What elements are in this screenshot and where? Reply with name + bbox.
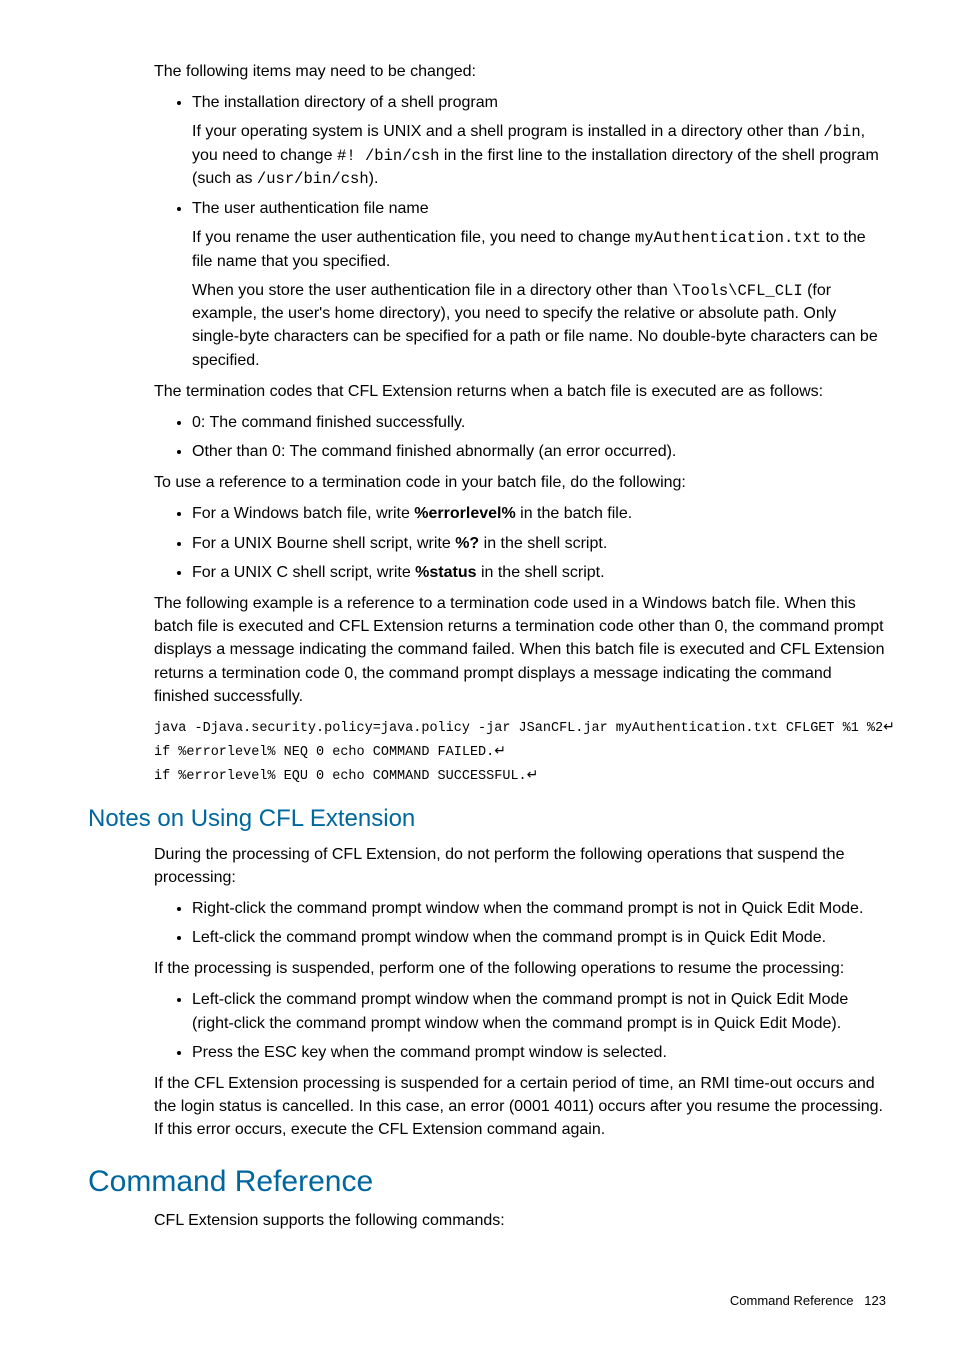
- text-run: If your operating system is UNIX and a s…: [192, 123, 823, 140]
- text-run: For a UNIX C shell script, write: [192, 564, 415, 581]
- use-ref-paragraph: To use a reference to a termination code…: [154, 471, 886, 494]
- cmdref-p1: CFL Extension supports the following com…: [154, 1209, 886, 1232]
- example-paragraph: The following example is a reference to …: [154, 592, 886, 708]
- notes-p3: If the CFL Extension processing is suspe…: [154, 1072, 886, 1142]
- list-item: Left-click the command prompt window whe…: [192, 926, 886, 949]
- text-run: For a Windows batch file, write: [192, 505, 414, 522]
- code-block: java -Djava.security.policy=java.policy …: [154, 716, 886, 788]
- footer-page-number: 123: [864, 1293, 886, 1308]
- code-line: if %errorlevel% EQU 0 echo COMMAND SUCCE…: [154, 769, 527, 784]
- text-run: in the shell script.: [479, 535, 607, 552]
- text-run: For a UNIX Bourne shell script, write: [192, 535, 455, 552]
- list-item: The user authentication file name If you…: [192, 197, 886, 372]
- return-icon: ↵: [527, 766, 539, 782]
- list-item: Other than 0: The command finished abnor…: [192, 440, 886, 463]
- text-run: If you rename the user authentication fi…: [192, 229, 635, 246]
- list-lead: The installation directory of a shell pr…: [192, 94, 498, 111]
- list-lead: The user authentication file name: [192, 200, 429, 217]
- section-heading-notes: Notes on Using CFL Extension: [88, 802, 886, 837]
- inline-code: /bin: [823, 123, 860, 141]
- notes-resume-list: Left-click the command prompt window whe…: [154, 988, 886, 1064]
- ref-list: For a Windows batch file, write %errorle…: [154, 502, 886, 584]
- notes-p1: During the processing of CFL Extension, …: [154, 843, 886, 889]
- footer-section-label: Command Reference: [730, 1293, 854, 1308]
- list-item: 0: The command finished successfully.: [192, 411, 886, 434]
- list-item: Press the ESC key when the command promp…: [192, 1041, 886, 1064]
- change-items-list: The installation directory of a shell pr…: [154, 91, 886, 372]
- list-body: If you rename the user authentication fi…: [192, 226, 886, 273]
- text-run: ).: [369, 170, 379, 187]
- code-line: if %errorlevel% NEQ 0 echo COMMAND FAILE…: [154, 745, 494, 760]
- return-icon: ↵: [494, 742, 506, 758]
- section-heading-command-reference: Command Reference: [88, 1160, 886, 1204]
- bold-text: %status: [415, 564, 476, 581]
- termcodes-list: 0: The command finished successfully. Ot…: [154, 411, 886, 463]
- inline-code: myAuthentication.txt: [635, 229, 821, 247]
- bold-text: %errorlevel%: [414, 505, 515, 522]
- text-run: When you store the user authentication f…: [192, 282, 672, 299]
- list-body: If your operating system is UNIX and a s…: [192, 120, 886, 190]
- return-icon: ↵: [883, 718, 895, 734]
- text-run: in the shell script.: [477, 564, 605, 581]
- list-item: For a UNIX C shell script, write %status…: [192, 561, 886, 584]
- notes-p2: If the processing is suspended, perform …: [154, 957, 886, 980]
- code-line: java -Djava.security.policy=java.policy …: [154, 721, 883, 736]
- list-item: Left-click the command prompt window whe…: [192, 988, 886, 1034]
- inline-code: #! /bin/csh: [337, 147, 439, 165]
- bold-text: %?: [455, 535, 479, 552]
- text-run: in the batch file.: [516, 505, 633, 522]
- list-item: For a UNIX Bourne shell script, write %?…: [192, 532, 886, 555]
- list-item: Right-click the command prompt window wh…: [192, 897, 886, 920]
- inline-code: \Tools\CFL_CLI: [672, 282, 802, 300]
- list-item: For a Windows batch file, write %errorle…: [192, 502, 886, 525]
- inline-code: /usr/bin/csh: [257, 170, 369, 188]
- list-item: The installation directory of a shell pr…: [192, 91, 886, 191]
- page-footer: Command Reference 123: [88, 1292, 886, 1311]
- termcodes-paragraph: The termination codes that CFL Extension…: [154, 380, 886, 403]
- intro-paragraph: The following items may need to be chang…: [154, 60, 886, 83]
- notes-suspend-list: Right-click the command prompt window wh…: [154, 897, 886, 949]
- list-body: When you store the user authentication f…: [192, 279, 886, 372]
